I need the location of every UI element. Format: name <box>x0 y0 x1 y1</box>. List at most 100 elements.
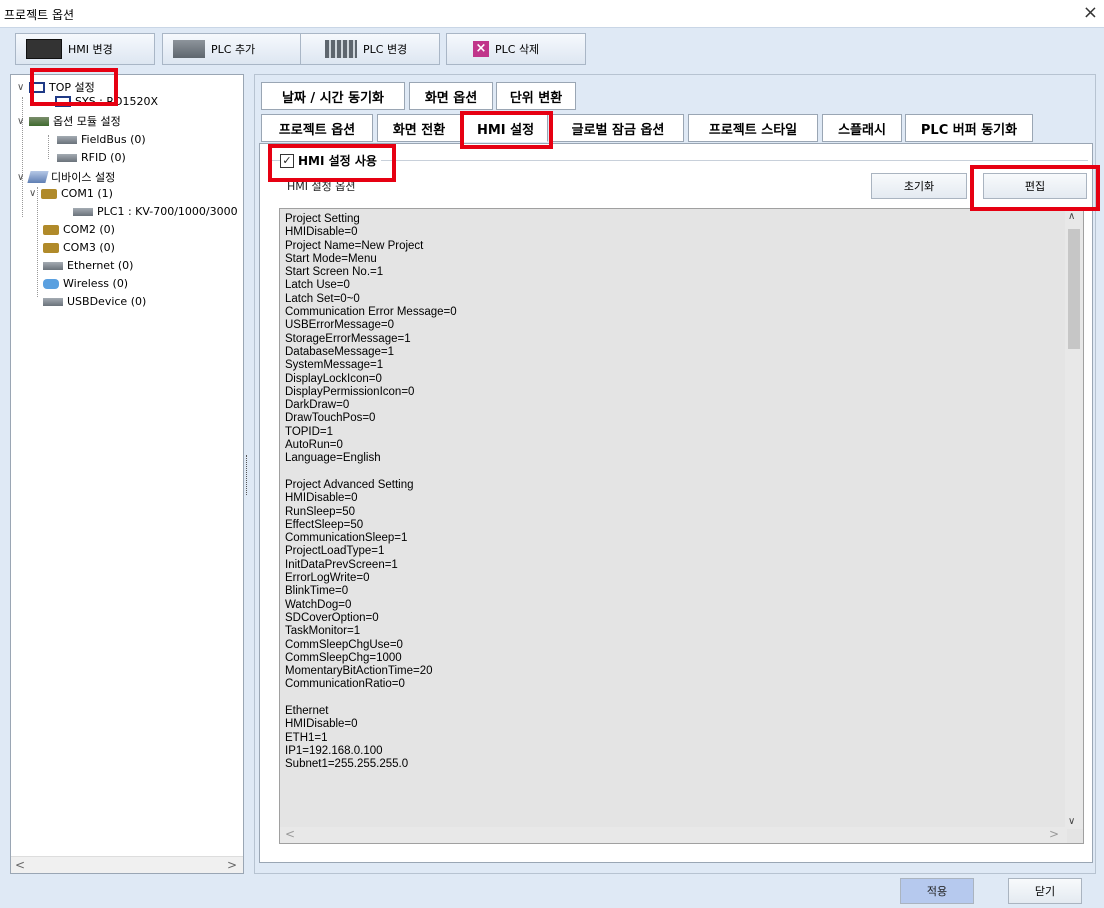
plc-delete-label: PLC 삭제 <box>495 43 540 56</box>
settings-line: Project Name=New Project <box>285 239 424 252</box>
settings-line: AutoRun=0 <box>285 439 343 452</box>
settings-text: Project Setting HMIDisable=0 Project Name=… <box>285 213 457 771</box>
project-tree[interactable]: ∨ TOP 설정 SYS : RD1520X ∨ 옵션 모듈 설정 FieldB… <box>10 74 244 874</box>
tree-item-option-module[interactable]: ∨ 옵션 모듈 설정 <box>17 113 121 129</box>
tree-item-device-settings[interactable]: ∨ 디바이스 설정 <box>17 169 115 185</box>
settings-line: CommunicationSleep=1 <box>285 532 408 545</box>
tab-screen-options[interactable]: 화면 옵션 <box>409 82 493 110</box>
tree-item-rfid[interactable]: RFID (0) <box>57 151 126 164</box>
highlight-hmi-checkbox <box>268 144 396 182</box>
highlight-hmi-tab <box>460 111 553 149</box>
settings-line: DrawTouchPos=0 <box>285 412 376 425</box>
settings-line: DisplayPermissionIcon=0 <box>285 385 415 398</box>
hmi-change-button[interactable]: HMI 변경 <box>15 33 155 65</box>
settings-line: Subnet1=255.255.255.0 <box>285 758 409 771</box>
settings-line: IP1=192.168.0.100 <box>285 744 383 757</box>
chevron-down-icon: ∨ <box>17 115 25 127</box>
settings-line: TaskMonitor=1 <box>285 625 361 638</box>
chevron-down-icon: ∨ <box>29 188 37 199</box>
close-button[interactable]: 닫기 <box>1008 878 1082 904</box>
plc-change-label: PLC 변경 <box>363 43 408 56</box>
scroll-down-icon[interactable]: ∨ <box>1068 816 1075 827</box>
settings-line: HMIDisable=0 <box>285 226 358 239</box>
tree-item-usbdevice[interactable]: USBDevice (0) <box>43 295 146 308</box>
panel-splitter[interactable] <box>246 455 248 495</box>
tree-label: COM2 (0) <box>63 223 115 236</box>
settings-line: StorageErrorMessage=1 <box>285 332 411 345</box>
scroll-left-icon[interactable]: < <box>15 858 25 872</box>
textarea-vertical-scrollbar[interactable]: ∧ ∨ <box>1065 209 1083 829</box>
settings-line: MomentaryBitActionTime=20 <box>285 665 433 678</box>
delete-x-icon: × <box>473 41 489 57</box>
settings-line: DarkDraw=0 <box>285 399 350 412</box>
settings-line: CommSleepChgUse=0 <box>285 638 403 651</box>
textarea-horizontal-scrollbar[interactable]: < > <box>280 827 1067 843</box>
settings-line: Latch Use=0 <box>285 279 350 292</box>
tree-horizontal-scrollbar[interactable]: < > <box>11 856 243 873</box>
settings-line: DatabaseMessage=1 <box>285 345 395 358</box>
settings-line <box>285 692 457 705</box>
settings-line: SDCoverOption=0 <box>285 611 379 624</box>
tree-label: Ethernet (0) <box>67 259 134 272</box>
scroll-up-icon[interactable]: ∧ <box>1068 211 1075 222</box>
window-title: 프로젝트 옵션 <box>4 8 75 22</box>
settings-line: ETH1=1 <box>285 731 328 744</box>
highlight-top-settings <box>30 68 118 106</box>
plc-delete-button[interactable]: × PLC 삭제 <box>446 33 586 65</box>
tab-unit-conversion[interactable]: 단위 변환 <box>496 82 576 110</box>
tree-item-plc1[interactable]: PLC1 : KV-700/1000/3000 <box>73 205 238 218</box>
plc-add-label: PLC 추가 <box>211 43 256 56</box>
tree-label: COM3 (0) <box>63 241 115 254</box>
module-icon <box>29 116 49 126</box>
device-icon <box>57 153 77 162</box>
wireless-icon <box>43 278 59 289</box>
settings-line: SystemMessage=1 <box>285 359 384 372</box>
tree-label: COM1 (1) <box>61 187 113 200</box>
tree-item-fieldbus[interactable]: FieldBus (0) <box>57 133 146 146</box>
tree-label: 디바이스 설정 <box>51 171 116 184</box>
settings-line: WatchDog=0 <box>285 598 352 611</box>
device-icon <box>57 135 77 144</box>
scroll-right-icon[interactable]: > <box>227 858 237 872</box>
settings-line: EffectSleep=50 <box>285 518 364 531</box>
close-icon[interactable]: × <box>1083 2 1098 23</box>
settings-line: InitDataPrevScreen=1 <box>285 558 398 571</box>
settings-line: USBErrorMessage=0 <box>285 319 394 332</box>
settings-line: Project Setting <box>285 213 360 225</box>
tree-label: 옵션 모듈 설정 <box>53 115 121 128</box>
reset-button[interactable]: 초기화 <box>871 173 967 199</box>
highlight-edit-button <box>970 165 1100 211</box>
settings-line: HMIDisable=0 <box>285 492 358 505</box>
settings-line: TOPID=1 <box>285 425 334 438</box>
tree-item-ethernet[interactable]: Ethernet (0) <box>43 259 133 272</box>
tree-label: PLC1 : KV-700/1000/3000 <box>97 205 238 218</box>
tab-project-options[interactable]: 프로젝트 옵션 <box>261 114 373 142</box>
plc-change-button[interactable]: PLC 변경 <box>300 33 440 65</box>
settings-line: Latch Set=0~0 <box>285 292 360 305</box>
apply-button[interactable]: 적용 <box>900 878 974 904</box>
settings-line: ProjectLoadType=1 <box>285 545 385 558</box>
plc-add-icon <box>173 40 205 58</box>
tree-item-com3[interactable]: COM3 (0) <box>43 241 115 254</box>
settings-textarea[interactable]: Project Setting HMIDisable=0 Project Name=… <box>279 208 1084 844</box>
tree-item-wireless[interactable]: Wireless (0) <box>43 277 128 290</box>
settings-line: Ethernet <box>285 704 329 717</box>
chevron-down-icon: ∨ <box>17 171 25 183</box>
scroll-left-icon[interactable]: < <box>285 827 295 841</box>
tab-global-lock-options[interactable]: 글로벌 잠금 옵션 <box>552 114 684 142</box>
tab-splash[interactable]: 스플래시 <box>822 114 902 142</box>
tab-date-time-sync[interactable]: 날짜 / 시간 동기화 <box>261 82 405 110</box>
settings-line: CommSleepChg=1000 <box>285 651 402 664</box>
tab-plc-buffer-sync[interactable]: PLC 버퍼 동기화 <box>905 114 1033 142</box>
tree-item-com1[interactable]: ∨ COM1 (1) <box>29 187 113 200</box>
tab-project-style[interactable]: 프로젝트 스타일 <box>688 114 818 142</box>
plc-change-icon <box>325 40 357 58</box>
plc-icon <box>73 207 93 216</box>
settings-line: Communication Error Message=0 <box>285 306 457 319</box>
scroll-right-icon[interactable]: > <box>1049 827 1059 841</box>
plc-add-button[interactable]: PLC 추가 <box>162 33 302 65</box>
tab-screen-transition[interactable]: 화면 전환 <box>377 114 461 142</box>
tree-item-com2[interactable]: COM2 (0) <box>43 223 115 236</box>
hmi-icon <box>26 39 62 59</box>
scroll-thumb[interactable] <box>1068 229 1080 349</box>
